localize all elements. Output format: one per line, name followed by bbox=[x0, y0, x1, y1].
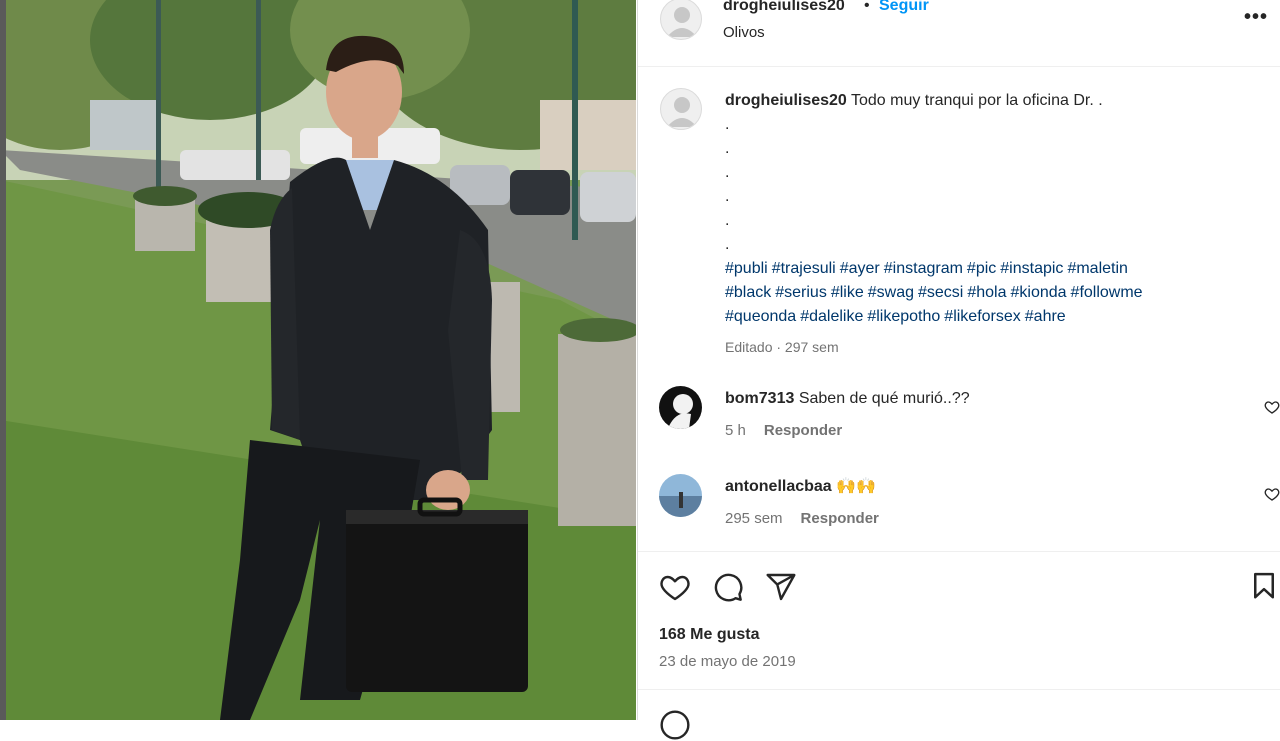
caption-dot: . bbox=[725, 140, 730, 157]
save-bookmark-icon[interactable] bbox=[1249, 571, 1279, 601]
hashtag-link[interactable]: #maletin bbox=[1067, 260, 1127, 277]
comment-like-icon[interactable] bbox=[1264, 399, 1280, 415]
hashtag-link[interactable]: #pic bbox=[967, 260, 996, 277]
hashtag-link[interactable]: #kionda bbox=[1011, 284, 1067, 301]
follow-button[interactable]: Seguir bbox=[879, 0, 929, 15]
comment-time: 5 h bbox=[725, 422, 746, 439]
comment-text-line: bom7313 Saben de qué murió..?? bbox=[725, 388, 970, 410]
default-avatar-icon bbox=[667, 7, 697, 37]
comment-text: 🙌🙌 bbox=[836, 478, 876, 495]
hashtag-link[interactable]: #ayer bbox=[840, 260, 880, 277]
more-options-icon[interactable]: ••• bbox=[1244, 6, 1268, 29]
comment-username[interactable]: bom7313 bbox=[725, 390, 794, 407]
post-date: 23 de mayo de 2019 bbox=[659, 653, 796, 670]
hashtag-link[interactable]: #dalelike bbox=[800, 308, 863, 325]
post-location[interactable]: Olivos bbox=[723, 24, 765, 41]
post-actions: 168 Me gusta 23 de mayo de 2019 bbox=[638, 551, 1280, 690]
hashtag-link[interactable]: #serius bbox=[775, 284, 827, 301]
hashtag-link[interactable]: #followme bbox=[1071, 284, 1143, 301]
antonellacbaa-avatar-image bbox=[659, 474, 702, 517]
hashtag-link[interactable]: #black bbox=[725, 284, 771, 301]
comment-username[interactable]: antonellacbaa bbox=[725, 478, 832, 495]
comment-time: 295 sem bbox=[725, 510, 783, 527]
caption-dot: . bbox=[725, 116, 730, 133]
share-send-icon[interactable] bbox=[765, 571, 797, 603]
comment-like-icon[interactable] bbox=[1264, 486, 1280, 502]
hashtag-link[interactable]: #likeforsex bbox=[944, 308, 1020, 325]
caption-dots: . . . . . . bbox=[725, 113, 1245, 257]
comment-meta: 295 sem Responder bbox=[725, 510, 879, 527]
user-avatar[interactable] bbox=[660, 0, 702, 40]
caption-dot: . bbox=[725, 236, 730, 253]
post-header: drogheiulises20 • Seguir Olivos ••• bbox=[638, 0, 1280, 67]
like-heart-icon[interactable] bbox=[659, 571, 691, 603]
hashtag-link[interactable]: #publi bbox=[725, 260, 768, 277]
comment-text-line: antonellacbaa 🙌🙌 bbox=[725, 476, 876, 498]
reply-button[interactable]: Responder bbox=[764, 422, 842, 439]
hashtag-link[interactable]: #swag bbox=[868, 284, 914, 301]
hashtag-link[interactable]: #trajesuli bbox=[772, 260, 836, 277]
comment-avatar[interactable] bbox=[659, 386, 702, 429]
hashtag-link[interactable]: #hola bbox=[967, 284, 1006, 301]
separator-dot: • bbox=[864, 0, 870, 14]
comment-bubble-icon[interactable] bbox=[712, 571, 744, 603]
post-username[interactable]: drogheiulises20 bbox=[723, 0, 845, 15]
caption-hashtags: #publi #trajesuli #ayer #instagram #pic #inst… bbox=[725, 257, 1245, 329]
hashtag-link[interactable]: #instapic bbox=[1000, 260, 1063, 277]
hashtag-link[interactable]: #instagram bbox=[884, 260, 963, 277]
post-image bbox=[0, 0, 636, 720]
comment-meta: 5 h Responder bbox=[725, 422, 842, 439]
bom7313-avatar-image bbox=[659, 386, 702, 429]
caption-text-block: drogheiulises20 Todo muy tranqui por la … bbox=[725, 89, 1245, 359]
hashtag-link[interactable]: #likepotho bbox=[867, 308, 940, 325]
caption-dot: . bbox=[725, 188, 730, 205]
emoji-icon[interactable] bbox=[659, 709, 691, 741]
photo-edge bbox=[0, 0, 6, 720]
caption-avatar[interactable] bbox=[660, 88, 702, 130]
hashtag-link[interactable]: #like bbox=[831, 284, 864, 301]
caption-text: Todo muy tranqui por la oficina Dr. . bbox=[850, 92, 1103, 109]
post-panel: drogheiulises20 • Seguir Olivos ••• drog… bbox=[637, 0, 1280, 740]
hashtag-link[interactable]: #queonda bbox=[725, 308, 796, 325]
post-photo[interactable] bbox=[0, 0, 636, 720]
hashtag-link[interactable]: #secsi bbox=[918, 284, 963, 301]
caption-dot: . bbox=[725, 212, 730, 229]
caption-meta: Editado · 297 sem bbox=[725, 339, 839, 355]
comment-text: Saben de qué murió..?? bbox=[798, 390, 970, 407]
caption-dot: . bbox=[725, 164, 730, 181]
reply-button[interactable]: Responder bbox=[801, 510, 879, 527]
likes-count[interactable]: 168 Me gusta bbox=[659, 626, 759, 644]
default-avatar-icon bbox=[667, 97, 697, 127]
hashtag-link[interactable]: #ahre bbox=[1025, 308, 1066, 325]
caption-username[interactable]: drogheiulises20 bbox=[725, 92, 847, 109]
add-comment-row bbox=[638, 689, 1280, 740]
comment-avatar[interactable] bbox=[659, 474, 702, 517]
